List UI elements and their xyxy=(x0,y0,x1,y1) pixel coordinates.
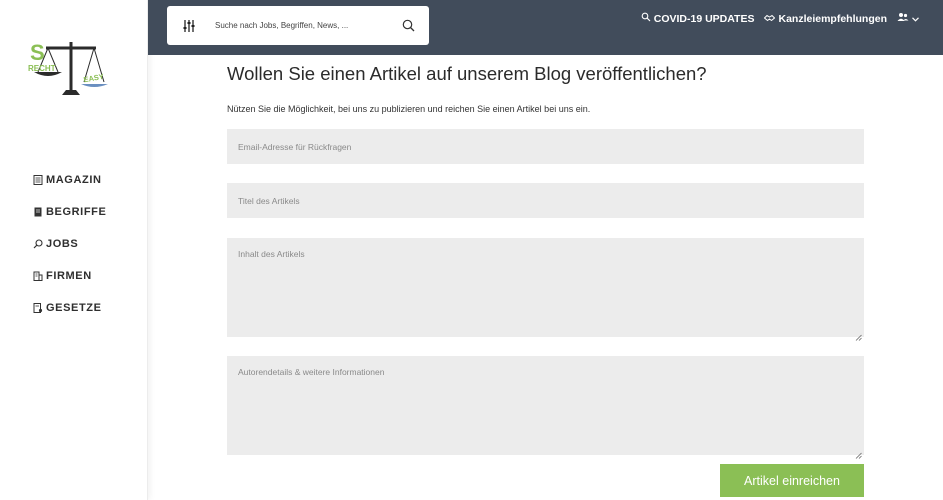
newspaper-icon xyxy=(33,175,43,185)
kanzleiempfehlungen-label: Kanzleiempfehlungen xyxy=(778,12,887,25)
chevron-down-icon xyxy=(912,13,919,25)
author-details-wrapper xyxy=(227,356,864,459)
sidebar-item-label: MAGAZIN xyxy=(46,174,102,186)
author-details-field[interactable] xyxy=(227,356,864,455)
building-icon xyxy=(33,271,43,281)
sidebar-item-magazin[interactable]: MAGAZIN xyxy=(33,164,106,196)
logo-text-recht: RECHT xyxy=(28,64,56,73)
sidebar-item-firmen[interactable]: FIRMEN xyxy=(33,260,106,292)
sidebar-item-label: FIRMEN xyxy=(46,270,92,282)
book-icon xyxy=(33,207,43,217)
submit-article-button[interactable]: Artikel einreichen xyxy=(720,464,864,497)
intro-text: Nützen Sie die Möglichkeit, bei uns zu p… xyxy=(227,104,591,114)
filter-sliders-icon[interactable] xyxy=(181,18,197,34)
article-title-field[interactable] xyxy=(227,183,864,218)
sidebar-item-label: JOBS xyxy=(46,238,79,250)
search-icon xyxy=(33,239,43,249)
law-document-icon xyxy=(33,303,43,313)
email-field[interactable] xyxy=(227,129,864,164)
top-links: COVID-19 UPDATES Kanzleiempfehlungen xyxy=(641,12,919,25)
top-bar: Suche nach Jobs, Begriffen, News, ... CO… xyxy=(148,0,943,55)
sidebar-item-jobs[interactable]: JOBS xyxy=(33,228,106,260)
kanzleiempfehlungen-link[interactable]: Kanzleiempfehlungen xyxy=(764,13,887,25)
article-content-wrapper xyxy=(227,238,864,341)
users-icon xyxy=(897,12,909,25)
covid-updates-link[interactable]: COVID-19 UPDATES xyxy=(641,12,755,25)
sidebar-item-label: GESETZE xyxy=(46,302,102,314)
resize-grip-icon[interactable] xyxy=(855,446,862,459)
page-title: Wollen Sie einen Artikel auf unserem Blo… xyxy=(227,63,707,84)
user-menu[interactable] xyxy=(897,12,919,25)
main-content: Wollen Sie einen Artikel auf unserem Blo… xyxy=(227,60,864,497)
resize-grip-icon[interactable] xyxy=(855,328,862,341)
sidebar: S RECHT EASY MAGAZIN BEGRIFFE JOBS FIRME… xyxy=(0,0,148,500)
covid-updates-label: COVID-19 UPDATES xyxy=(653,12,755,25)
search-input[interactable]: Suche nach Jobs, Begriffen, News, ... xyxy=(215,21,402,30)
search-icon[interactable] xyxy=(402,19,415,32)
sidebar-item-label: BEGRIFFE xyxy=(46,206,107,218)
search-box[interactable]: Suche nach Jobs, Begriffen, News, ... xyxy=(167,6,429,45)
handshake-icon xyxy=(764,13,776,25)
virus-search-icon xyxy=(641,12,651,25)
sidebar-item-begriffe[interactable]: BEGRIFFE xyxy=(33,196,106,228)
recht-easy-logo[interactable]: S RECHT EASY xyxy=(26,38,116,100)
sidebar-nav: MAGAZIN BEGRIFFE JOBS FIRMEN GESETZE xyxy=(33,164,106,324)
article-content-field[interactable] xyxy=(227,238,864,337)
sidebar-item-gesetze[interactable]: GESETZE xyxy=(33,292,106,324)
logo-letter: S xyxy=(30,40,45,65)
